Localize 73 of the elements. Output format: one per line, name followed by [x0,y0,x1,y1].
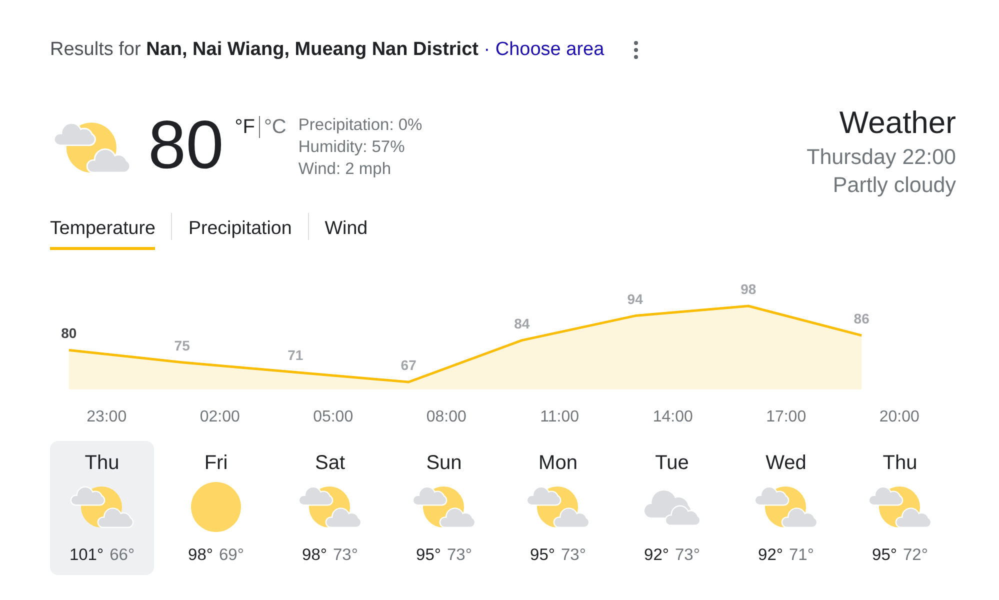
date-time-text: Thursday 22:00 [806,144,956,171]
high-temperature: 95° [530,546,555,564]
day-tile[interactable]: Wed 92° 71° [734,441,838,575]
value-label: 80 [61,325,77,342]
time-label: 02:00 [200,408,240,426]
sun-and-clouds-icon [754,486,818,528]
sun-and-clouds-icon [70,486,134,528]
day-name: Thu [84,451,120,475]
more-options-button[interactable] [634,41,638,59]
sun-and-clouds-icon [526,486,590,528]
weather-detail: Precipitation: 0% [298,115,422,136]
sun-icon [191,482,241,532]
unit-toggle[interactable]: °C [264,115,286,139]
day-name: Fri [204,451,228,475]
time-label: 14:00 [652,408,693,426]
chart-tab[interactable]: Temperature [50,213,156,250]
results-heading: Results for Nan, Nai Wiang, Mueang Nan District · Choose area [50,38,604,62]
low-temperature: 69° [219,546,244,564]
day-tile[interactable]: Mon 95° 73° [506,441,610,575]
low-temperature: 71° [789,546,814,564]
condition-text: Partly cloudy [832,172,956,199]
choose-area-link[interactable]: Choose area [495,39,604,60]
value-label: 98 [740,281,756,297]
value-label: 67 [400,357,416,373]
time-label: 20:00 [879,408,920,426]
weather-detail: Humidity: 57% [298,137,406,158]
time-label: 23:00 [86,408,127,426]
value-label: 86 [854,310,870,326]
low-temperature: 73° [447,546,472,564]
low-temperature: 66° [110,546,135,564]
high-temperature: 98° [188,546,213,564]
high-temperature: 95° [872,546,897,564]
value-label: 84 [514,315,530,332]
day-name: Thu [882,451,918,475]
time-label: 05:00 [313,408,354,426]
high-temperature: 92° [758,546,783,564]
high-temperature: 92° [644,546,669,564]
low-temperature: 72° [903,546,928,564]
high-temperature: 98° [302,546,327,564]
day-name: Mon [538,451,578,475]
high-temperature: 101° [69,546,104,564]
time-label: 11:00 [540,408,580,426]
value-label: 75 [174,337,190,354]
low-temperature: 73° [333,546,358,564]
more-vertical-icon [634,41,638,59]
day-name: Wed [766,451,806,475]
time-label: 17:00 [766,408,806,426]
value-label: 94 [627,290,643,307]
weather-title: Weather [838,106,956,140]
time-label: 08:00 [426,408,466,426]
value-label: 71 [288,347,304,364]
current-temperature: 80 [148,111,224,179]
clouds-icon [643,488,701,526]
day-name: Tue [655,451,689,475]
day-tile[interactable]: Sun 95° 73° [392,441,496,575]
sun-and-clouds-icon [53,122,132,174]
sun-and-clouds-icon [298,486,362,528]
day-tile[interactable]: Thu 101° 66° [50,441,154,575]
low-temperature: 73° [561,546,586,564]
chart-tab[interactable]: Precipitation [188,213,292,250]
high-temperature: 95° [416,546,441,564]
sun-and-clouds-icon [412,486,476,528]
day-tile[interactable]: Tue 92° 73° [620,441,724,575]
weather-detail: Wind: 2 mph [298,159,392,180]
unit-toggle[interactable]: °F [234,115,255,139]
sun-and-clouds-icon [868,486,932,528]
day-tile[interactable]: Thu 95° 72° [848,441,952,575]
chart-tab[interactable]: Wind [324,213,368,250]
day-tile[interactable]: Sat 98° 73° [278,441,382,575]
day-tile[interactable]: Fri 98° 69° [164,441,268,575]
day-name: Sat [314,451,346,475]
low-temperature: 73° [675,546,700,564]
day-name: Sun [426,451,462,475]
